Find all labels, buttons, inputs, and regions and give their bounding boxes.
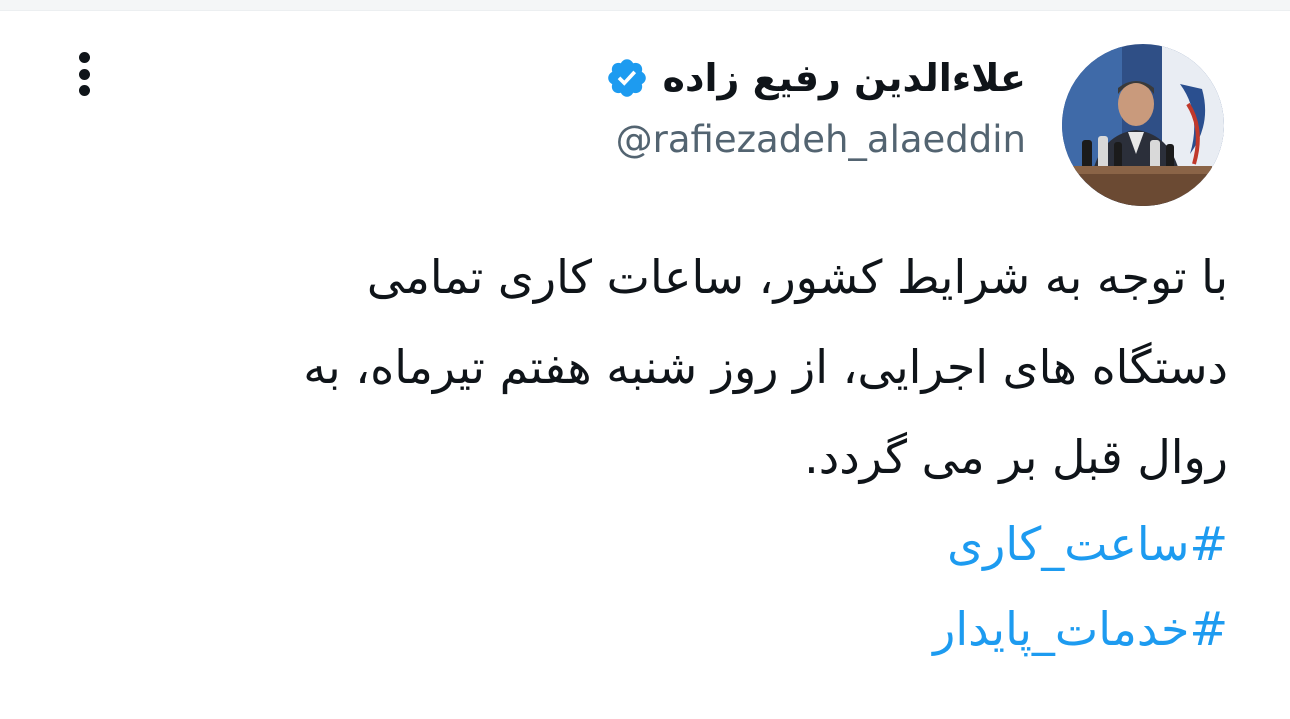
tweet-card: علاءالدین رفیع زاده @rafiezadeh_alaeddin… xyxy=(0,0,1290,719)
verified-badge-icon xyxy=(605,56,649,100)
user-handle[interactable]: @rafiezadeh_alaeddin xyxy=(326,118,1026,161)
top-divider xyxy=(0,0,1290,11)
tweet-text: با توجه به شرایط کشور، ساعات کاری تمامی … xyxy=(78,232,1228,672)
hashtag-link[interactable]: #ساعت_کاری xyxy=(78,502,1228,587)
avatar-photo xyxy=(1062,44,1224,206)
tweet-text-line: روال قبل بر می گردد. xyxy=(804,430,1228,484)
tweet-header: علاءالدین رفیع زاده @rafiezadeh_alaeddin xyxy=(326,46,1026,161)
hashtag-link[interactable]: #خدمات_پایدار xyxy=(78,587,1228,672)
tweet-text-line: با توجه به شرایط کشور، ساعات کاری تمامی xyxy=(366,250,1228,304)
avatar[interactable] xyxy=(1062,44,1224,206)
more-options-button[interactable] xyxy=(62,46,106,102)
tweet-text-line: دستگاه های اجرایی، از روز شنبه هفتم تیرم… xyxy=(303,340,1228,394)
more-vertical-icon-dot xyxy=(78,68,90,80)
name-row: علاءالدین رفیع زاده xyxy=(326,46,1026,110)
more-vertical-icon-dot xyxy=(78,85,90,96)
more-vertical-icon xyxy=(78,52,90,63)
display-name[interactable]: علاءالدین رفیع زاده xyxy=(663,56,1026,100)
